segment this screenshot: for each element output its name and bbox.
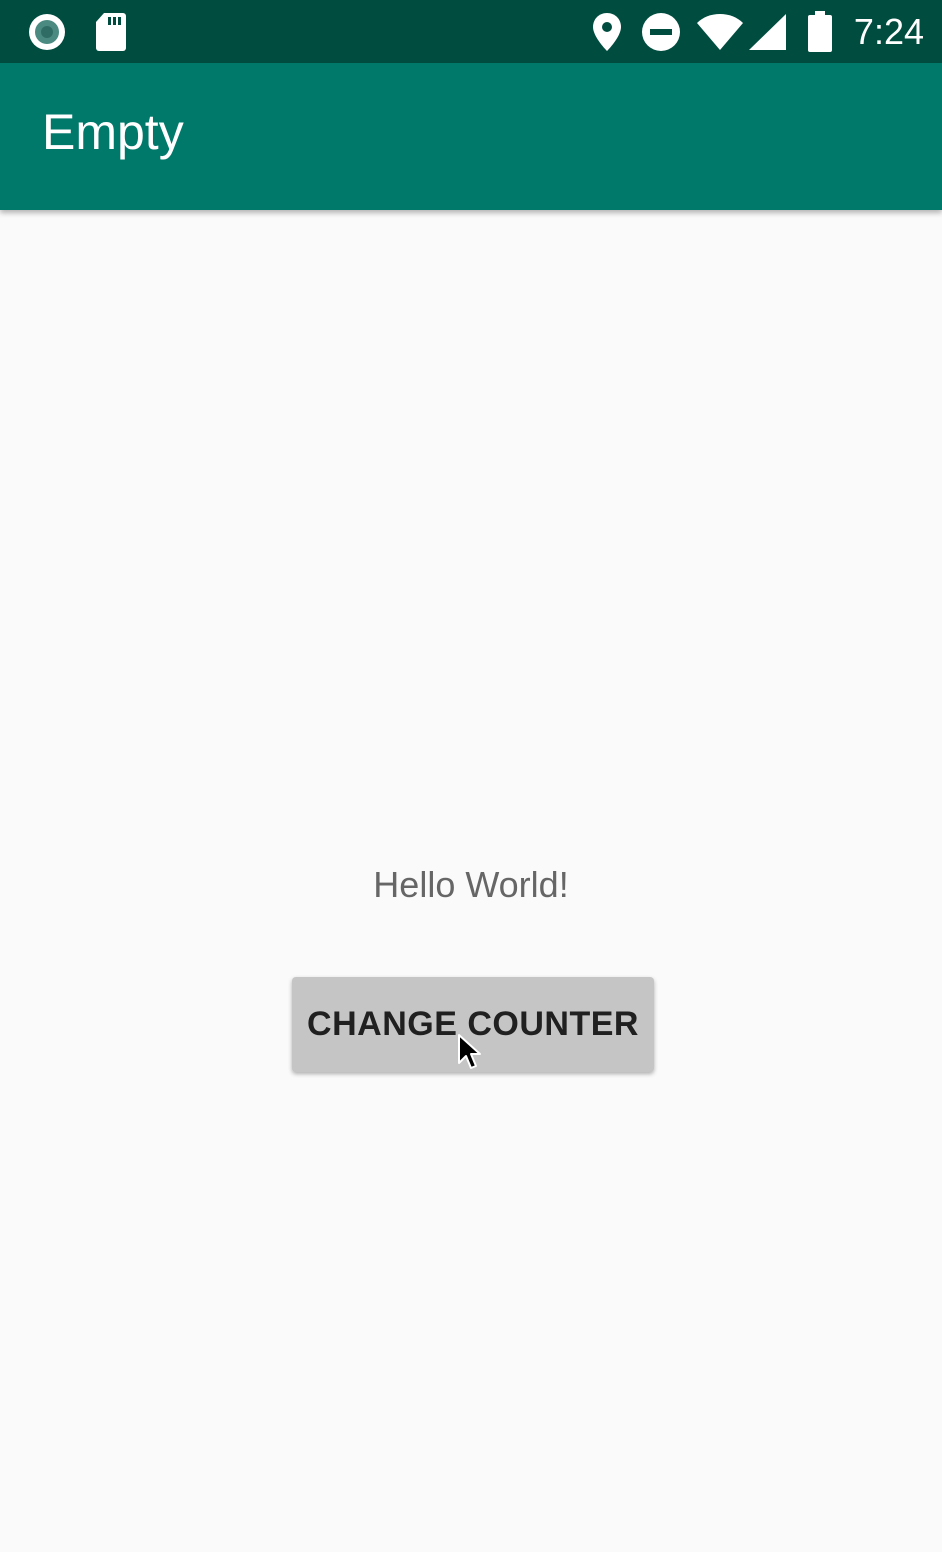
battery-icon <box>806 10 834 54</box>
sd-card-icon <box>94 10 128 54</box>
app-bar: Empty <box>0 63 942 210</box>
do-not-disturb-icon <box>641 10 681 54</box>
status-bar: 7:24 <box>0 0 942 63</box>
record-icon <box>27 10 67 54</box>
status-time: 7:24 <box>853 11 924 52</box>
main-content: Hello World! CHANGE COUNTER <box>0 210 942 1552</box>
cellular-signal-icon <box>748 10 788 54</box>
wifi-icon <box>696 10 744 54</box>
location-icon <box>592 10 622 54</box>
app-title: Empty <box>42 104 184 160</box>
mouse-cursor-icon <box>458 1034 481 1069</box>
hello-text: Hello World! <box>373 864 569 905</box>
